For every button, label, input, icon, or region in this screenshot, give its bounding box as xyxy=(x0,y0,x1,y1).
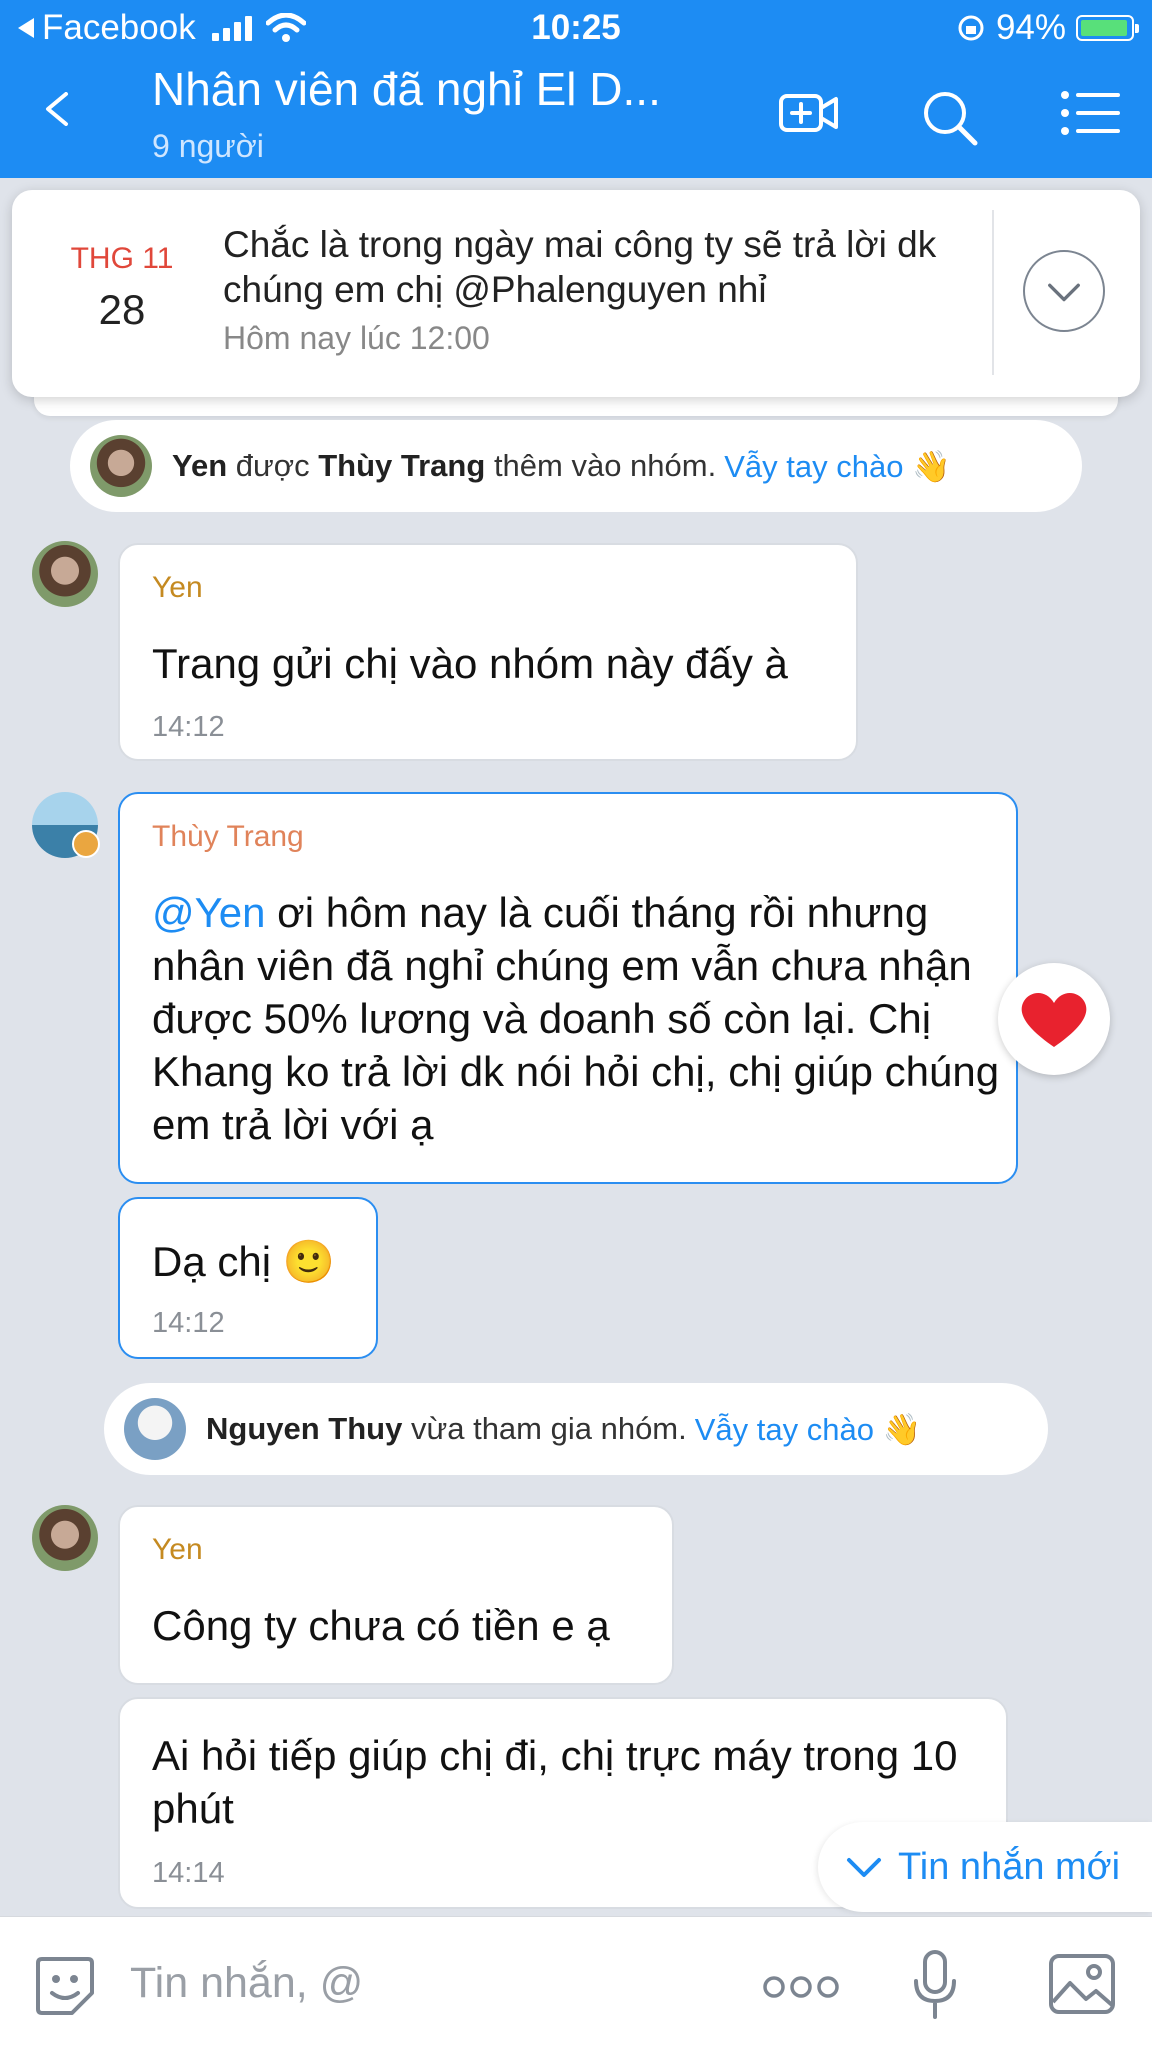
battery-percent: 94% xyxy=(995,8,1066,47)
back-icon[interactable] xyxy=(40,92,74,126)
system-notice-added: Yen được Thùy Trang thêm vào nhóm. Vẫy t… xyxy=(70,420,1082,512)
wave-button[interactable]: Vẫy tay chào 👋 xyxy=(695,1411,921,1448)
chat-title[interactable]: Nhân viên đã nghỉ El D... xyxy=(152,62,661,116)
back-triangle-icon xyxy=(18,18,34,38)
message-text: Dạ chị 🙂 xyxy=(152,1238,336,1285)
search-icon[interactable] xyxy=(920,88,980,148)
sticker-icon[interactable] xyxy=(32,1953,98,2019)
avatar[interactable] xyxy=(124,1398,186,1460)
message-text: @Yen ơi hôm nay là cuối tháng rồi nhưng … xyxy=(152,886,1002,1151)
battery-icon xyxy=(1076,15,1139,41)
message-text: Công ty chưa có tiền e ạ xyxy=(152,1602,610,1649)
message-bubble[interactable]: Yen Trang gửi chị vào nhóm này đấy à 14:… xyxy=(118,543,858,761)
pinned-month: THG 11 xyxy=(70,242,174,275)
new-messages-label: Tin nhắn mới xyxy=(898,1845,1121,1888)
status-right: 94% xyxy=(956,8,1139,48)
new-messages-button[interactable]: Tin nhắn mới xyxy=(818,1822,1152,1912)
more-icon[interactable] xyxy=(762,1975,840,1999)
system-notice-joined: Nguyen Thuy vừa tham gia nhóm. Vẫy tay c… xyxy=(104,1383,1048,1475)
notice-actor: Thùy Trang xyxy=(318,448,486,483)
notice-name: Yen xyxy=(172,448,228,483)
chevron-down-icon[interactable] xyxy=(1023,250,1105,332)
message-time: 14:14 xyxy=(152,1857,225,1889)
video-call-icon[interactable] xyxy=(778,88,840,138)
message-bubble[interactable]: Thùy Trang @Yen ơi hôm nay là cuối tháng… xyxy=(118,792,1018,1184)
avatar[interactable] xyxy=(32,541,98,607)
pinned-time: Hôm nay lúc 12:00 xyxy=(223,320,490,356)
member-count[interactable]: 9 người xyxy=(152,128,264,165)
message-bubble[interactable]: Dạ chị 🙂 14:12 xyxy=(118,1197,378,1359)
pinned-message-card[interactable]: THG 11 28 Chắc là trong ngày mai công ty… xyxy=(12,190,1140,397)
rotation-lock-icon xyxy=(958,15,984,41)
avatar[interactable] xyxy=(90,435,152,497)
image-icon[interactable] xyxy=(1048,1953,1116,2015)
message-body: ơi hôm nay là cuối tháng rồi nhưng nhân … xyxy=(152,889,1000,1148)
sender-name: Yen xyxy=(152,571,203,604)
notice-rest: thêm vào nhóm. xyxy=(493,448,717,483)
key-badge-icon xyxy=(72,830,100,858)
mention-link[interactable]: @Yen xyxy=(152,889,266,936)
composer-bar: Tin nhắn, @ xyxy=(0,1916,1152,2049)
status-back-app-label: Facebook xyxy=(42,8,196,47)
signal-icon xyxy=(211,15,252,41)
message-text: Ai hỏi tiếp giúp chị đi, chị trực máy tr… xyxy=(152,1732,958,1832)
heart-reaction[interactable] xyxy=(998,963,1110,1075)
message-text: Trang gửi chị vào nhóm này đấy à xyxy=(152,640,788,687)
wifi-icon xyxy=(265,13,306,42)
pinned-day: 28 xyxy=(98,286,146,333)
pinned-divider xyxy=(992,210,994,375)
sender-name: Yen xyxy=(152,1533,203,1566)
menu-icon[interactable] xyxy=(1060,88,1122,138)
message-time: 14:12 xyxy=(152,711,225,743)
sender-name: Thùy Trang xyxy=(152,820,304,853)
message-bubble[interactable]: Yen Công ty chưa có tiền e ạ xyxy=(118,1505,674,1685)
message-time: 14:12 xyxy=(152,1307,225,1339)
notice-rest: vừa tham gia nhóm. xyxy=(410,1411,687,1446)
mic-icon[interactable] xyxy=(912,1949,958,2021)
pinned-text: Chắc là trong ngày mai công ty sẽ trả lờ… xyxy=(223,224,937,310)
chat-header: 10:25 Facebook 94% Nhân viên đã nghỉ El … xyxy=(0,0,1152,178)
chevron-down-icon xyxy=(847,1858,881,1877)
notice-name: Nguyen Thuy xyxy=(206,1411,403,1446)
message-input[interactable]: Tin nhắn, @ xyxy=(130,1959,363,2008)
status-back-app[interactable]: Facebook xyxy=(16,8,306,48)
notice-verb: được xyxy=(235,448,310,483)
wave-button[interactable]: Vẫy tay chào 👋 xyxy=(724,448,950,485)
avatar[interactable] xyxy=(32,1505,98,1571)
heart-icon xyxy=(1021,993,1087,1047)
